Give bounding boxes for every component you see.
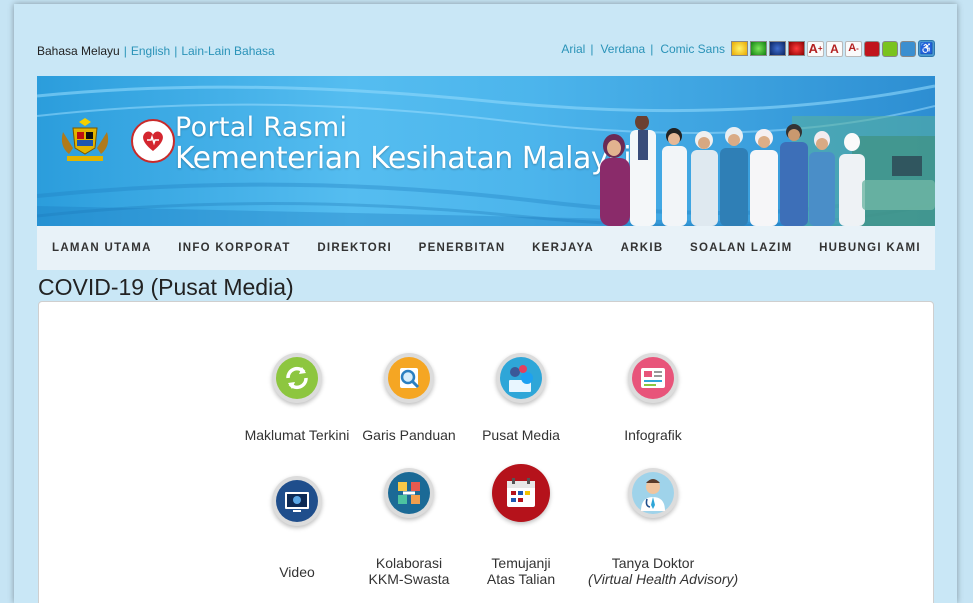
page: Bahasa Melayu | English | Lain-Lain Bahasa A… [14, 4, 957, 603]
tile-infografik[interactable]: Infografik [588, 353, 718, 443]
tile-label-line1: Kolaborasi [375, 555, 443, 571]
nav-kerjaya[interactable]: KERJAYA [532, 242, 594, 254]
tile-label-line2: (Virtual Health Advisory) [588, 571, 739, 587]
banner-title: Portal Rasmi Kementerian Kesihatan Malay… [175, 112, 649, 176]
nav-laman-utama[interactable]: LAMAN UTAMA [52, 242, 152, 254]
banner-logos [59, 118, 175, 164]
utility-bar: Bahasa Melayu | English | Lain-Lain Bahasa A… [37, 40, 935, 64]
language-english-link[interactable]: English [131, 44, 170, 58]
color-swatch-red[interactable] [788, 41, 805, 56]
banner-title-line2: Kementerian Kesihatan Malaysia [175, 141, 649, 176]
doctor-icon [628, 468, 678, 518]
infographic-icon [628, 353, 678, 403]
font-arial-link[interactable]: Arial [561, 42, 585, 56]
language-selector: Bahasa Melayu | English | Lain-Lain Bahasa [37, 44, 275, 58]
theme-blue-button[interactable] [900, 40, 916, 57]
media-centre-panel: Maklumat Terkini Garis Panduan Pusat Med… [38, 301, 934, 603]
calendar-appointment-icon [492, 464, 550, 522]
tile-label: Infografik [624, 427, 682, 443]
malaysia-crest-icon [61, 118, 109, 161]
nav-penerbitan[interactable]: PENERBITAN [419, 242, 506, 254]
tile-label: Maklumat Terkini [244, 427, 350, 443]
handshake-collaboration-icon [384, 468, 434, 518]
theme-green-button[interactable] [882, 40, 898, 57]
magnifier-document-icon [384, 353, 434, 403]
tile-label-line2: Atas Talian [486, 571, 556, 587]
text-decrease-button[interactable]: A- [845, 40, 862, 57]
nav-info-korporat[interactable]: INFO KORPORAT [178, 242, 291, 254]
color-swatch-green[interactable] [750, 41, 767, 56]
tile-label-line1: Tanya Doktor [611, 555, 695, 571]
tile-temujanji[interactable]: Temujanji Atas Talian [456, 464, 586, 587]
header-banner: Portal Rasmi Kementerian Kesihatan Malay… [37, 76, 935, 226]
tile-pusat-media[interactable]: Pusat Media [456, 353, 586, 443]
tile-tanya-doktor[interactable]: Tanya Doktor (Virtual Health Advisory) [588, 468, 739, 587]
font-verdana-link[interactable]: Verdana [600, 42, 645, 56]
video-icon [272, 476, 322, 526]
banner-title-line1: Portal Rasmi [175, 112, 348, 143]
tile-kolaborasi[interactable]: Kolaborasi KKM-Swasta [344, 468, 474, 587]
accessibility-tools: Arial | Verdana | Comic Sans A + A A- ♿ [561, 40, 935, 57]
tile-label: Video [279, 564, 315, 580]
kkm-logo-icon [131, 119, 175, 163]
color-swatch-yellow[interactable] [731, 41, 748, 56]
theme-red-button[interactable] [864, 40, 880, 57]
nav-hubungi-kami[interactable]: HUBUNGI KAMI [819, 242, 921, 254]
nav-soalan-lazim[interactable]: SOALAN LAZIM [690, 242, 792, 254]
language-others-link[interactable]: Lain-Lain Bahasa [181, 44, 274, 58]
tile-label: Garis Panduan [362, 427, 456, 443]
medical-staff-photo [600, 116, 935, 226]
nav-direktori[interactable]: DIREKTORI [317, 242, 392, 254]
tile-label: Pusat Media [482, 427, 560, 443]
language-current[interactable]: Bahasa Melayu [37, 44, 120, 58]
color-swatch-blue[interactable] [769, 41, 786, 56]
tile-label-line1: Temujanji [491, 555, 551, 571]
social-media-icon [496, 353, 546, 403]
font-comic-sans-link[interactable]: Comic Sans [660, 42, 725, 56]
refresh-icon [272, 353, 322, 403]
nav-arkib[interactable]: ARKIB [621, 242, 664, 254]
accessibility-icon[interactable]: ♿ [918, 40, 935, 57]
tile-maklumat-terkini[interactable]: Maklumat Terkini [232, 353, 362, 443]
main-navigation: LAMAN UTAMA INFO KORPORAT DIREKTORI PENE… [37, 226, 935, 270]
tile-video[interactable]: Video [232, 476, 362, 580]
tile-garis-panduan[interactable]: Garis Panduan [344, 353, 474, 443]
tile-label-line2: KKM-Swasta [368, 571, 450, 587]
text-increase-button[interactable]: A + [807, 40, 824, 57]
page-title: COVID-19 (Pusat Media) [38, 274, 294, 300]
text-normal-button[interactable]: A [826, 40, 843, 57]
